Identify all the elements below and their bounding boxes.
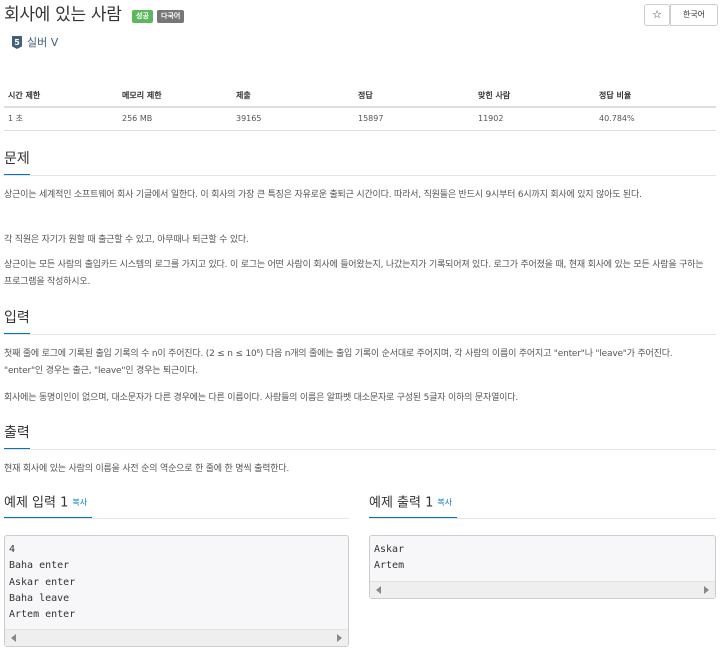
star-button[interactable]: ☆ xyxy=(644,4,670,26)
silver-tier-icon: 5 xyxy=(12,36,22,49)
scroll-right-icon[interactable] xyxy=(704,586,709,594)
value-time-limit: 1 초 xyxy=(8,114,23,123)
status-badge-multilang: 다국어 xyxy=(157,10,185,23)
problem-info-table: 시간 제한 메모리 제한 제출 정답 맞힌 사람 정답 비율 1 초 256 M… xyxy=(4,86,716,131)
problem-section-title: 문제 xyxy=(4,150,30,176)
scroll-left-icon[interactable] xyxy=(376,586,381,594)
input-paragraph-2: 회사에는 동명이인이 없으며, 대소문자가 다른 경우에는 다른 이름이다. 사… xyxy=(4,393,518,403)
sample-output-box[interactable]: Askar Artem xyxy=(369,535,716,599)
table-header-row: 시간 제한 메모리 제한 제출 정답 맞힌 사람 정답 비율 xyxy=(4,86,716,108)
scroll-left-icon[interactable] xyxy=(11,634,16,642)
star-icon: ☆ xyxy=(652,8,662,21)
divider xyxy=(369,518,716,519)
code-line: Artem enter xyxy=(9,609,76,621)
value-memory-limit: 256 MB xyxy=(122,114,153,123)
problem-header: 회사에 있는 사람 성공 다국어 ☆ 한국어 xyxy=(4,4,718,28)
scroll-right-icon[interactable] xyxy=(337,634,342,642)
input-paragraph-1: 첫째 줄에 로그에 기록된 출입 기록의 수 n이 주어진다. (2 ≤ n ≤… xyxy=(4,349,673,376)
divider xyxy=(4,175,716,176)
problem-paragraph-1: 상근이는 세계적인 소프트웨어 회사 기글에서 일한다. 이 회사의 가장 큰 … xyxy=(4,190,642,200)
output-heading-text: 출력 xyxy=(4,425,30,441)
value-submissions: 39165 xyxy=(236,114,262,123)
header-time-limit: 시간 제한 xyxy=(8,91,41,100)
tier-label: 실버 V xyxy=(27,36,59,49)
value-solvers: 11902 xyxy=(478,114,504,123)
language-button[interactable]: 한국어 xyxy=(670,4,718,26)
input-section-title: 입력 xyxy=(4,309,30,335)
sample-output-lines: Askar Artem xyxy=(374,542,404,575)
sample-output-title: 예제 출력 1 복사 xyxy=(369,494,452,513)
horizontal-scrollbar[interactable] xyxy=(5,629,348,646)
horizontal-scrollbar[interactable] xyxy=(370,581,715,598)
problem-paragraph-3: 상근이는 모든 사람의 출입카드 시스템의 로그를 가지고 있다. 이 로그는 … xyxy=(4,260,704,287)
header-memory-limit: 메모리 제한 xyxy=(122,91,162,100)
header-submissions: 제출 xyxy=(236,91,251,100)
sample-input-heading: 예제 입력 1 xyxy=(4,495,69,511)
value-accepted: 15897 xyxy=(358,114,384,123)
copy-input-button[interactable]: 복사 xyxy=(72,498,87,507)
value-accept-ratio: 40.784% xyxy=(599,114,635,123)
copy-output-button[interactable]: 복사 xyxy=(437,498,452,507)
sample-input-box[interactable]: 4 Baha enter Askar enter Baha leave Arte… xyxy=(4,535,349,647)
code-line: Askar enter xyxy=(9,576,76,588)
sample-output-heading: 예제 출력 1 xyxy=(369,495,434,511)
code-line: Artem xyxy=(374,560,405,572)
code-line: Baha leave xyxy=(9,592,70,604)
sample-input-lines: 4 Baha enter Askar enter Baha leave Arte… xyxy=(9,542,75,623)
code-line: 4 xyxy=(9,544,16,555)
problem-heading-text: 문제 xyxy=(4,151,30,167)
header-solvers: 맞힌 사람 xyxy=(478,91,511,100)
page-title: 회사에 있는 사람 xyxy=(4,5,122,25)
table-row: 1 초 256 MB 39165 15897 11902 40.784% xyxy=(4,108,716,131)
divider xyxy=(4,518,349,519)
sample-input-title: 예제 입력 1 복사 xyxy=(4,494,87,513)
problem-paragraph-2: 각 직원은 자기가 원할 때 출근할 수 있고, 아무때나 퇴근할 수 있다. xyxy=(4,235,249,245)
divider xyxy=(4,449,716,450)
input-heading-text: 입력 xyxy=(4,310,30,326)
divider xyxy=(4,334,716,335)
code-line: Baha enter xyxy=(9,560,70,572)
code-line: Askar xyxy=(374,544,405,555)
header-accepted: 정답 xyxy=(358,91,373,100)
output-section-title: 출력 xyxy=(4,424,30,450)
output-paragraph-1: 현재 회사에 있는 사람의 이름을 사전 순의 역순으로 한 줄에 한 명씩 출… xyxy=(4,464,290,474)
header-accept-ratio: 정답 비율 xyxy=(599,91,632,100)
status-badge-success: 성공 xyxy=(132,10,153,23)
